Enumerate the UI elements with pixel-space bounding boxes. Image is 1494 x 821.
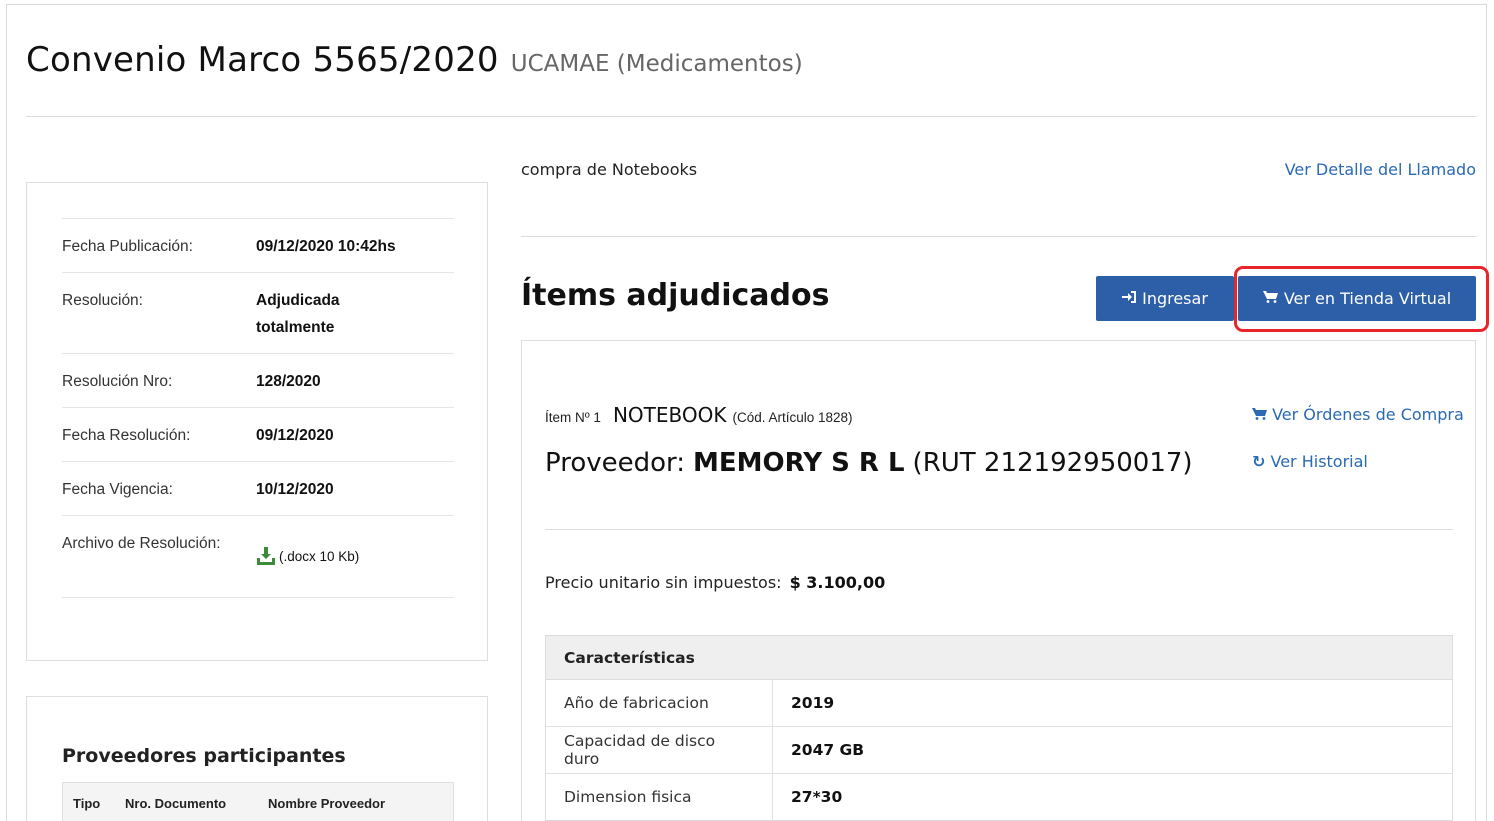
item-code: (Cód. Artículo 1828) bbox=[732, 410, 853, 425]
sign-in-icon bbox=[1122, 290, 1137, 307]
characteristic-value: 2019 bbox=[772, 679, 1453, 727]
table-row: Año de fabricacion 2019 bbox=[545, 679, 1453, 727]
history-label: Ver Historial bbox=[1270, 452, 1368, 471]
characteristic-key: Capacidad de disco duro bbox=[545, 726, 773, 774]
characteristics-header: Características bbox=[545, 635, 1453, 680]
characteristic-key: Año de fabricacion bbox=[545, 679, 773, 727]
items-title: Ítems adjudicados bbox=[521, 278, 830, 313]
info-row-resolution-file: Archivo de Resolución: (.docx 10 Kb) bbox=[62, 516, 454, 598]
info-label: Fecha Vigencia: bbox=[62, 481, 173, 498]
providers-table-header: Tipo Nro. Documento Nombre Proveedor bbox=[62, 782, 454, 821]
call-description: compra de Notebooks bbox=[521, 160, 698, 179]
info-row-resolution-number: Resolución Nro: 128/2020 bbox=[62, 354, 454, 408]
section-divider bbox=[521, 236, 1477, 237]
price-label: Precio unitario sin impuestos: bbox=[545, 573, 782, 592]
item-name: NOTEBOOK bbox=[612, 403, 727, 427]
info-value: Adjudicada totalmente bbox=[256, 292, 340, 336]
characteristics-table: Características Año de fabricacion 2019 … bbox=[545, 635, 1453, 821]
characteristic-key: Dimension fisica bbox=[545, 773, 773, 821]
providers-title: Proveedores participantes bbox=[62, 745, 346, 767]
page-title: Convenio Marco 5565/2020 bbox=[26, 40, 499, 80]
info-label: Fecha Publicación: bbox=[62, 238, 193, 255]
history-link[interactable]: ↻ Ver Historial bbox=[1252, 452, 1368, 471]
providers-panel: Proveedores participantes Tipo Nro. Docu… bbox=[26, 696, 488, 821]
info-value: 09/12/2020 10:42hs bbox=[256, 238, 396, 255]
column-header: Nro. Documento bbox=[125, 796, 227, 811]
refresh-icon: ↻ bbox=[1252, 452, 1266, 471]
header-divider bbox=[26, 116, 1477, 117]
supplier-line: Proveedor: MEMORY S R L (RUT 212192950017) bbox=[545, 448, 1193, 478]
download-icon bbox=[256, 547, 276, 565]
item-card: Ítem Nº 1 NOTEBOOK (Cód. Artículo 1828) … bbox=[521, 340, 1476, 821]
supplier-name: MEMORY S R L bbox=[693, 448, 905, 478]
info-value: 10/12/2020 bbox=[256, 481, 334, 498]
info-row-resolution: Resolución: Adjudicada totalmente bbox=[62, 273, 454, 354]
table-row: Capacidad de disco duro 2047 GB bbox=[545, 726, 1453, 774]
page-header: Convenio Marco 5565/2020 UCAMAE (Medicam… bbox=[26, 40, 803, 80]
table-row: Dimension fisica 27*30 bbox=[545, 773, 1453, 821]
page-subtitle: UCAMAE (Medicamentos) bbox=[510, 51, 803, 77]
resolution-file-text: (.docx 10 Kb) bbox=[279, 548, 360, 564]
login-button[interactable]: Ingresar bbox=[1096, 276, 1234, 321]
call-detail-link[interactable]: Ver Detalle del Llamado bbox=[1285, 160, 1476, 179]
login-button-label: Ingresar bbox=[1142, 289, 1208, 308]
item-number: Ítem Nº 1 bbox=[545, 410, 601, 425]
info-row-publication-date: Fecha Publicación: 09/12/2020 10:42hs bbox=[62, 219, 454, 273]
characteristic-value: 27*30 bbox=[772, 773, 1453, 821]
info-row-validity-date: Fecha Vigencia: 10/12/2020 bbox=[62, 462, 454, 516]
column-header: Tipo bbox=[73, 796, 101, 811]
info-label: Resolución: bbox=[62, 292, 143, 309]
price-line: Precio unitario sin impuestos: $ 3.100,00 bbox=[545, 573, 885, 592]
info-row-resolution-date: Fecha Resolución: 09/12/2020 bbox=[62, 408, 454, 462]
info-label: Archivo de Resolución: bbox=[62, 535, 221, 552]
item-heading: Ítem Nº 1 NOTEBOOK (Cód. Artículo 1828) bbox=[545, 403, 853, 427]
purchase-orders-link[interactable]: Ver Órdenes de Compra bbox=[1252, 405, 1464, 424]
supplier-rut: (RUT 212192950017) bbox=[912, 448, 1193, 478]
characteristic-value: 2047 GB bbox=[772, 726, 1453, 774]
supplier-prefix: Proveedor: bbox=[545, 448, 686, 478]
info-panel: Fecha Publicación: 09/12/2020 10:42hs Re… bbox=[26, 182, 488, 661]
price-value: $ 3.100,00 bbox=[789, 573, 886, 592]
info-label: Fecha Resolución: bbox=[62, 427, 191, 444]
info-label: Resolución Nro: bbox=[62, 373, 173, 390]
column-header: Nombre Proveedor bbox=[268, 796, 386, 811]
purchase-orders-label: Ver Órdenes de Compra bbox=[1272, 405, 1464, 424]
resolution-file-link[interactable]: (.docx 10 Kb) bbox=[256, 532, 454, 580]
cart-icon bbox=[1252, 405, 1272, 424]
card-divider bbox=[545, 529, 1453, 530]
info-value: 09/12/2020 bbox=[256, 427, 334, 444]
info-value: 128/2020 bbox=[256, 373, 321, 390]
highlight-box bbox=[1234, 266, 1489, 332]
info-table: Fecha Publicación: 09/12/2020 10:42hs Re… bbox=[62, 218, 454, 598]
